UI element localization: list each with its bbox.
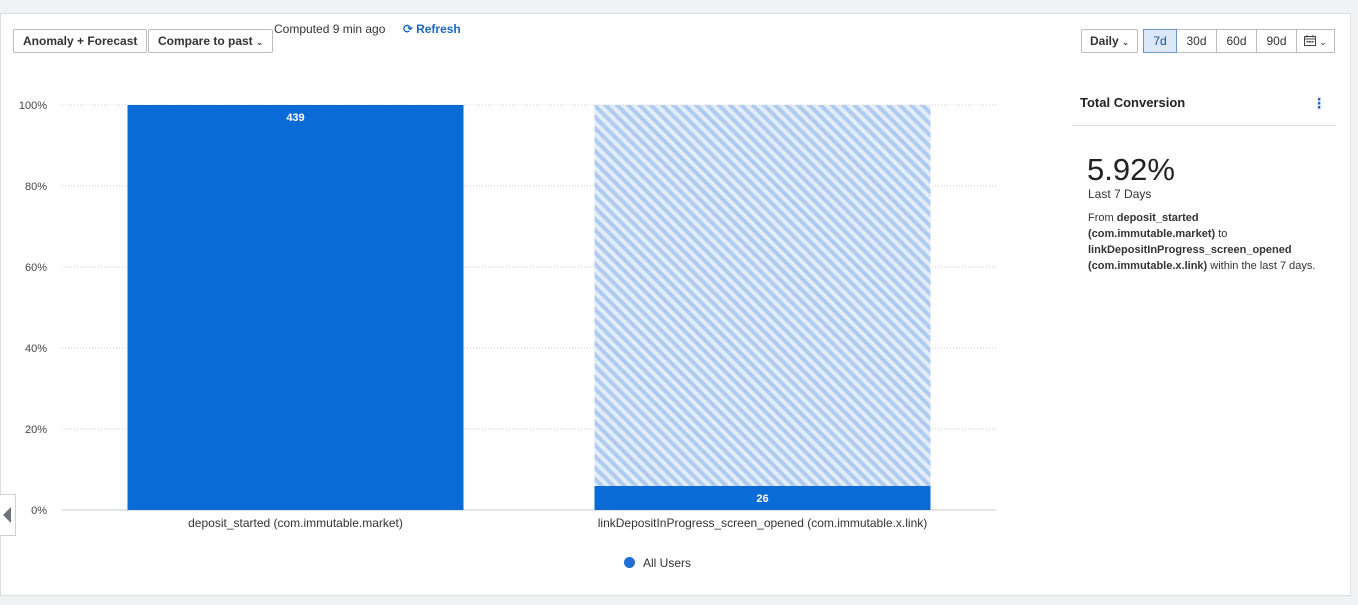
y-tick-label: 20%: [25, 424, 47, 436]
desc-tail: within the last 7 days.: [1207, 260, 1316, 272]
range-60d-button[interactable]: 60d: [1216, 29, 1257, 53]
range-90d-button[interactable]: 90d: [1256, 29, 1297, 53]
x-category-label: deposit_started (com.immutable.market): [188, 516, 403, 530]
more-options-icon[interactable]: ⋮: [1312, 96, 1326, 110]
calendar-icon: [1304, 35, 1317, 46]
total-conversion-title: Total Conversion: [1080, 95, 1186, 110]
sidebar-divider: [1072, 125, 1336, 126]
y-tick-label: 40%: [25, 343, 47, 355]
conversion-period: Last 7 Days: [1088, 187, 1152, 201]
conversion-value: 5.92%: [1087, 152, 1175, 187]
collapse-arrow-button[interactable]: [0, 494, 16, 536]
range-selector: 7d 30d 60d 90d ⌄: [1143, 29, 1335, 53]
y-tick-label: 100%: [19, 100, 47, 112]
y-tick-label: 0%: [31, 505, 47, 517]
interval-select[interactable]: Daily ⌄: [1081, 29, 1139, 53]
y-tick-label: 80%: [25, 181, 47, 193]
range-30d-button[interactable]: 30d: [1176, 29, 1217, 53]
desc-from: From: [1088, 212, 1117, 224]
conversion-description: From deposit_started (com.immutable.mark…: [1088, 210, 1328, 274]
desc-to: to: [1215, 228, 1228, 240]
bar-count-label: 26: [756, 493, 768, 505]
funnel-bar-chart: 0% 20% 40% 60% 80% 100% 439 deposit_started (co…: [19, 100, 996, 530]
date-picker-button[interactable]: ⌄: [1296, 29, 1335, 53]
interval-label: Daily: [1090, 34, 1119, 48]
x-category-label: linkDepositInProgress_screen_opened (com…: [598, 516, 927, 530]
y-tick-label: 60%: [25, 262, 47, 274]
bar-count-label: 439: [286, 112, 304, 124]
range-7d-button[interactable]: 7d: [1143, 29, 1177, 53]
chevron-down-icon: ⌄: [1319, 37, 1327, 47]
chevron-down-icon: ⌄: [1121, 37, 1130, 47]
legend-label: All Users: [643, 556, 692, 570]
conversion-bar[interactable]: [127, 105, 464, 510]
legend-swatch: [624, 557, 635, 568]
chart-legend[interactable]: All Users: [624, 555, 691, 571]
dropoff-bar[interactable]: [594, 105, 931, 487]
